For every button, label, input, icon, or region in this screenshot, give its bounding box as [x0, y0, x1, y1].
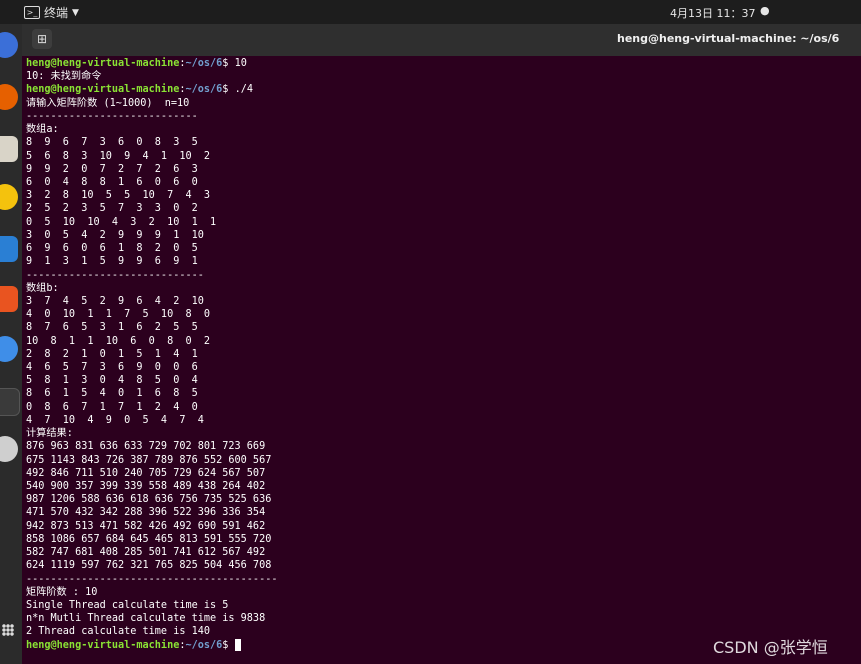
output-line: 582 747 681 408 285 501 741 612 567 492 [26, 547, 266, 559]
output-line: 4 0 10 1 1 7 5 10 8 0 [26, 309, 211, 321]
writer-icon[interactable] [0, 236, 18, 262]
rhythmbox-icon[interactable] [0, 184, 18, 210]
top-bar: >_ 终端 ▼ 4月13日 11：37 ● [0, 0, 861, 24]
output-line: 6 9 6 0 6 1 8 2 0 5 [26, 243, 198, 255]
prompt-line: heng@heng-virtual-machine:~/os/6$ 10 [26, 57, 856, 70]
prompt-user-host: heng@heng-virtual-machine [26, 84, 180, 96]
cursor [234, 638, 241, 651]
title-bar: ⊞ heng@heng-virtual-machine: ~/os/6 [22, 24, 861, 56]
software-center-icon[interactable] [0, 286, 18, 312]
output-line: 9 1 3 1 5 9 9 6 9 1 [26, 256, 198, 268]
output-line: 5 8 1 3 0 4 8 5 0 4 [26, 375, 198, 387]
terminal-icon: >_ [24, 6, 40, 19]
window-title: heng@heng-virtual-machine: ~/os/6 [617, 32, 840, 45]
terminal-output[interactable]: heng@heng-virtual-machine:~/os/6$ 10 10: … [26, 57, 856, 652]
terminal-app-menu[interactable]: >_ 终端 ▼ [24, 4, 79, 21]
chevron-down-icon: ▼ [72, 7, 79, 18]
output-line: 3 0 5 4 2 9 9 9 1 10 [26, 229, 204, 241]
firefox-icon[interactable] [0, 84, 18, 110]
output-line: 3 7 4 5 2 9 6 4 2 10 [26, 295, 204, 307]
output-line: ---------------------------- [26, 110, 198, 122]
output-line: 3 2 8 10 5 5 10 7 4 3 [26, 190, 211, 202]
command-text: 10 [228, 58, 247, 69]
output-line: ----------------------------- [26, 269, 204, 281]
prompt-line: heng@heng-virtual-machine:~/os/6$ ./4 [26, 83, 856, 96]
output-line: 5 6 8 3 10 9 4 1 10 2 [26, 150, 211, 162]
output-line: 计算结果: [26, 428, 73, 440]
output-line: 10: 未找到命令 [26, 71, 102, 83]
output-line: 9 9 2 0 7 2 7 2 6 3 [26, 163, 198, 175]
output-line: 6 0 4 8 8 1 6 0 6 0 [26, 176, 198, 188]
output-line: 858 1086 657 684 645 465 813 591 555 720 [26, 533, 272, 545]
output-line: 4 6 5 7 3 6 9 0 0 6 [26, 362, 198, 374]
show-apps-icon[interactable] [2, 624, 14, 636]
output-line: 675 1143 843 726 387 789 876 552 600 567 [26, 454, 272, 466]
command-text: ./4 [228, 84, 253, 96]
output-line: 0 8 6 7 1 7 1 2 4 0 [26, 401, 198, 413]
output-line: 987 1206 588 636 618 636 756 735 525 636 [26, 494, 272, 506]
dock [0, 24, 22, 664]
output-line: 876 963 831 636 633 729 702 801 723 669 [26, 441, 266, 453]
output-line: 2 8 2 1 0 1 5 1 4 1 [26, 348, 198, 360]
output-line: ----------------------------------------… [26, 573, 278, 585]
output-line: 数组b: [26, 282, 59, 294]
terminal-icon[interactable] [0, 388, 20, 416]
output-line: 4 7 10 4 9 0 5 4 7 4 [26, 414, 204, 426]
prompt-path: ~/os/6 [185, 58, 223, 69]
notification-dot-icon: ● [760, 4, 770, 17]
output-line: 8 6 1 5 4 0 1 6 8 5 [26, 388, 198, 400]
output-line: 540 900 357 399 339 558 489 438 264 402 [26, 481, 266, 492]
files-icon[interactable] [0, 136, 18, 162]
output-line: Single Thread calculate time is 5 [26, 599, 229, 611]
output-line: 请输入矩阵阶数 (1~1000) n=10 [26, 97, 190, 109]
prompt-user-host: heng@heng-virtual-machine [26, 58, 180, 69]
output-line: 492 846 711 510 240 705 729 624 567 507 [26, 467, 266, 479]
new-tab-button[interactable]: ⊞ [32, 29, 52, 49]
output-line: 471 570 432 342 288 396 522 396 336 354 [26, 507, 266, 519]
output-line: 数组a: [26, 124, 59, 136]
output-line: 10 8 1 1 10 6 0 8 0 2 [26, 335, 211, 347]
prompt-user-host: heng@heng-virtual-machine [26, 639, 180, 651]
output-line: 624 1119 597 762 321 765 825 504 456 708 [26, 560, 272, 572]
dvd-icon[interactable] [0, 436, 18, 462]
output-line: 8 9 6 7 3 6 0 8 3 5 [26, 137, 198, 149]
clock[interactable]: 4月13日 11：37 [670, 5, 756, 21]
app-menu-label: 终端 [44, 6, 69, 20]
output-line: n*n Mutli Thread calculate time is 9838 [26, 613, 266, 625]
output-line: 矩阵阶数 : 10 [26, 586, 98, 598]
output-line: 0 5 10 10 4 3 2 10 1 1 [26, 216, 217, 228]
output-line: 8 7 6 5 3 1 6 2 5 5 [26, 322, 198, 334]
prompt-path: ~/os/6 [185, 84, 223, 96]
output-line: 942 873 513 471 582 426 492 690 591 462 [26, 520, 266, 532]
prompt-path: ~/os/6 [185, 639, 223, 651]
help-icon[interactable] [0, 336, 18, 362]
output-line: 2 5 2 3 5 7 3 3 0 2 [26, 203, 198, 215]
app-icon[interactable] [0, 32, 18, 58]
watermark: CSDN @张学恒 [713, 638, 828, 657]
